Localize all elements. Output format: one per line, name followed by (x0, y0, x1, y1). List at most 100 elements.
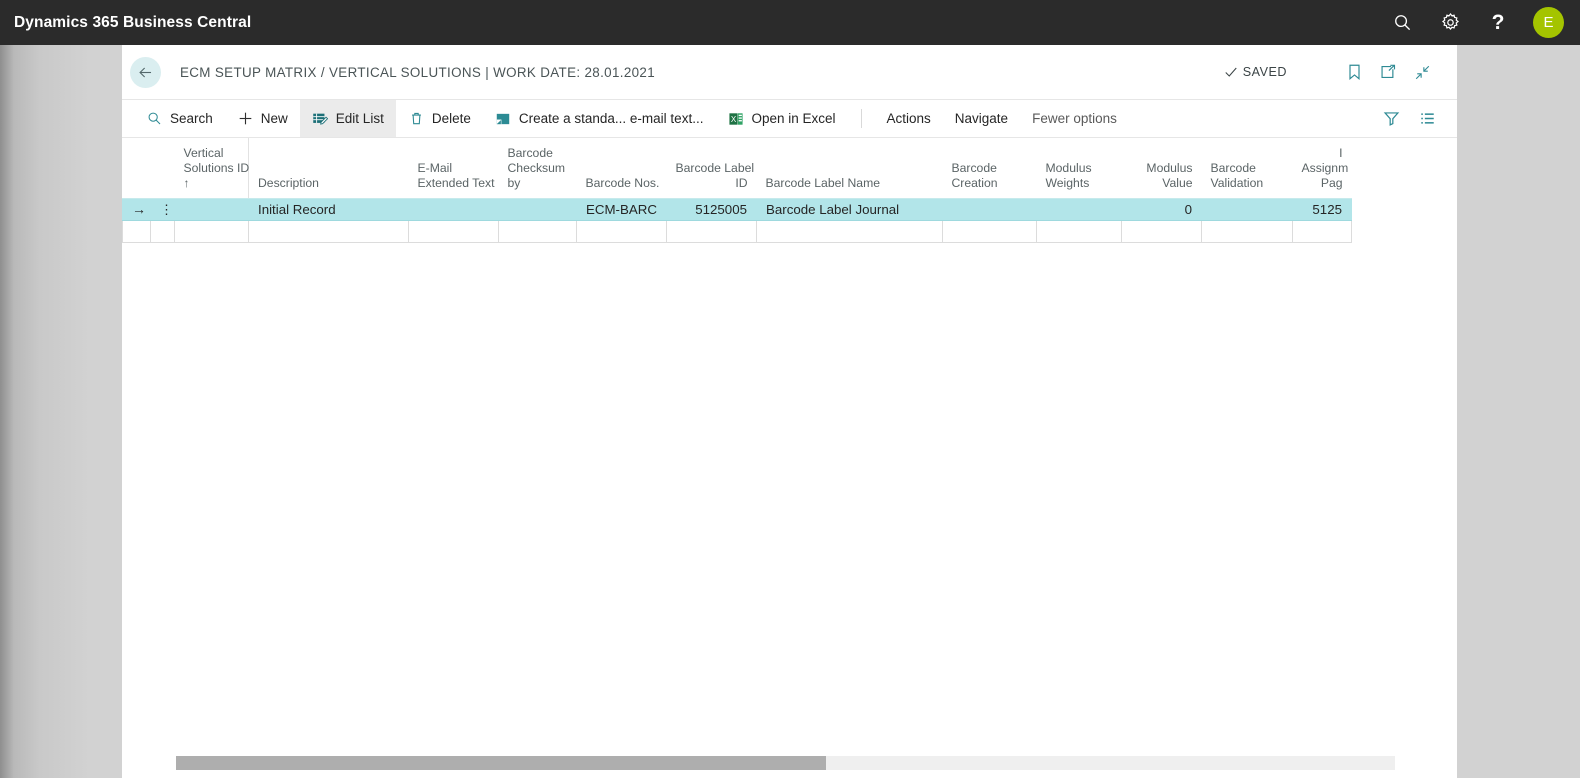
header-line: Barcode (1210, 161, 1256, 175)
cell-barcode-label-name[interactable] (756, 220, 943, 243)
cell-barcode-validation[interactable] (1201, 198, 1293, 221)
sort-ascending-icon: ↑ (183, 176, 190, 190)
column-header-barcode-checksum-by[interactable]: Barcode Checksum by (498, 138, 577, 199)
column-header-barcode-label-id[interactable]: Barcode Label ID (666, 138, 757, 199)
table-header-row: Vertical Solutions ID ↑ Description E-Ma… (122, 138, 1352, 199)
column-header-barcode-validation[interactable]: Barcode Validation (1201, 138, 1293, 199)
header-line: Vertical (183, 146, 224, 160)
horizontal-scrollbar[interactable] (176, 756, 1395, 770)
cell-barcode-checksum-by[interactable] (498, 220, 577, 243)
row-menu-header (150, 138, 175, 199)
column-header-barcode-label-name[interactable]: Barcode Label Name (756, 138, 943, 199)
gear-icon[interactable] (1437, 10, 1463, 36)
cell-barcode-validation[interactable] (1201, 220, 1293, 243)
table-row[interactable]: → ⋮ Initial Record ECM-BARC 5125005 Barc… (122, 198, 1352, 221)
help-icon[interactable]: ? (1485, 10, 1511, 36)
status-badge: SAVED (1224, 65, 1287, 79)
cell-barcode-creation[interactable] (942, 198, 1037, 221)
content-card: ECM SETUP MATRIX / VERTICAL SOLUTIONS | … (122, 45, 1457, 778)
open-in-excel-button[interactable]: X Open in Excel (715, 100, 847, 137)
cell-barcode-label-id[interactable] (666, 220, 757, 243)
page-title: ECM SETUP MATRIX / VERTICAL SOLUTIONS | … (180, 64, 656, 80)
new-button[interactable]: New (225, 100, 300, 137)
plus-icon (237, 110, 254, 127)
new-button-label: New (260, 111, 288, 126)
cell-barcode-label-name[interactable]: Barcode Label Journal (756, 198, 943, 221)
edit-list-button[interactable]: Edit List (299, 100, 396, 137)
avatar[interactable]: E (1533, 7, 1564, 38)
cell-barcode-label-id[interactable]: 5125005 (666, 198, 757, 221)
actions-menu[interactable]: Actions (875, 100, 943, 137)
cell-description[interactable]: Initial Record (248, 198, 409, 221)
saved-label: SAVED (1242, 65, 1287, 79)
column-header-barcode-creation[interactable]: Barcode Creation (942, 138, 1037, 199)
header-line: I (1339, 146, 1343, 160)
header-line: Barcode Label Name (765, 176, 881, 190)
header-line: Barcode (507, 146, 553, 160)
filter-icon[interactable] (1379, 107, 1403, 131)
table-row[interactable] (122, 220, 1352, 243)
cell-vertical-solutions-id[interactable] (174, 198, 249, 221)
header-line: Assignm (1301, 161, 1349, 175)
cell-vertical-solutions-id[interactable] (174, 220, 249, 243)
header-line: Modulus (1146, 161, 1193, 175)
cell-barcode-nos[interactable]: ECM-BARC (576, 198, 667, 221)
back-button[interactable] (130, 56, 161, 88)
header-line: Modulus (1045, 161, 1092, 175)
bookmark-icon[interactable] (1339, 59, 1369, 85)
header-line: Solutions ID (183, 161, 250, 175)
cell-modulus-value[interactable]: 0 (1121, 198, 1202, 221)
fewer-options-label: Fewer options (1032, 111, 1117, 126)
header-line: Extended Text (417, 176, 495, 190)
fewer-options-button[interactable]: Fewer options (1020, 100, 1129, 137)
cell-assignment-page[interactable]: 5125 (1292, 198, 1352, 221)
column-header-description[interactable]: Description (248, 138, 409, 199)
row-indicator-icon: → (122, 198, 151, 221)
trash-icon (408, 110, 425, 127)
actions-menu-label: Actions (886, 111, 931, 126)
header-line: E-Mail (417, 161, 453, 175)
row-menu-button[interactable]: ⋮ (150, 198, 175, 221)
search-icon[interactable] (1389, 10, 1415, 36)
navigate-menu[interactable]: Navigate (943, 100, 1020, 137)
cell-barcode-nos[interactable] (576, 220, 667, 243)
cell-barcode-checksum-by[interactable] (498, 198, 577, 221)
cell-description[interactable] (248, 220, 409, 243)
column-header-email-extended-text[interactable]: E-Mail Extended Text (408, 138, 499, 199)
delete-button[interactable]: Delete (396, 100, 483, 137)
header-line: Description (258, 176, 319, 190)
cell-modulus-weights[interactable] (1036, 220, 1122, 243)
column-header-modulus-weights[interactable]: Modulus Weights (1036, 138, 1122, 199)
header-line: Barcode Label (675, 161, 755, 175)
row-menu-button[interactable] (150, 220, 175, 243)
navigate-menu-label: Navigate (954, 111, 1009, 126)
help-label: ? (1491, 11, 1505, 34)
column-header-barcode-nos[interactable]: Barcode Nos. (576, 138, 667, 199)
column-header-vertical-solutions-id[interactable]: Vertical Solutions ID ↑ (174, 138, 250, 199)
horizontal-scrollbar-thumb[interactable] (176, 756, 826, 770)
toolbar-right-actions (1379, 100, 1457, 137)
excel-icon: X (727, 110, 744, 127)
action-toolbar: Search New Edit List Delete Create a sta… (122, 99, 1457, 138)
cell-modulus-value[interactable] (1121, 220, 1202, 243)
open-in-new-window-icon[interactable] (1373, 59, 1403, 85)
cell-email-extended-text[interactable] (408, 220, 499, 243)
list-view-icon[interactable] (1415, 107, 1439, 131)
column-header-assignment-page[interactable]: I Assignm Pag (1292, 138, 1352, 199)
create-standard-email-text-button[interactable]: Create a standa... e-mail text... (483, 100, 716, 137)
app-bar: Dynamics 365 Business Central ? E (0, 0, 1580, 45)
check-icon (1225, 67, 1237, 77)
app-bar-actions: ? E (1389, 7, 1580, 38)
email-text-icon (495, 110, 512, 127)
app-title: Dynamics 365 Business Central (14, 13, 252, 31)
column-header-modulus-value[interactable]: Modulus Value (1121, 138, 1202, 199)
collapse-icon[interactable] (1407, 59, 1437, 85)
cell-email-extended-text[interactable] (408, 198, 499, 221)
cell-assignment-page[interactable] (1292, 220, 1352, 243)
search-button[interactable]: Search (134, 100, 225, 137)
page-header: ECM SETUP MATRIX / VERTICAL SOLUTIONS | … (122, 45, 1457, 99)
cell-modulus-weights[interactable] (1036, 198, 1122, 221)
cell-barcode-creation[interactable] (942, 220, 1037, 243)
svg-text:X: X (731, 114, 737, 123)
avatar-initial: E (1543, 14, 1554, 31)
